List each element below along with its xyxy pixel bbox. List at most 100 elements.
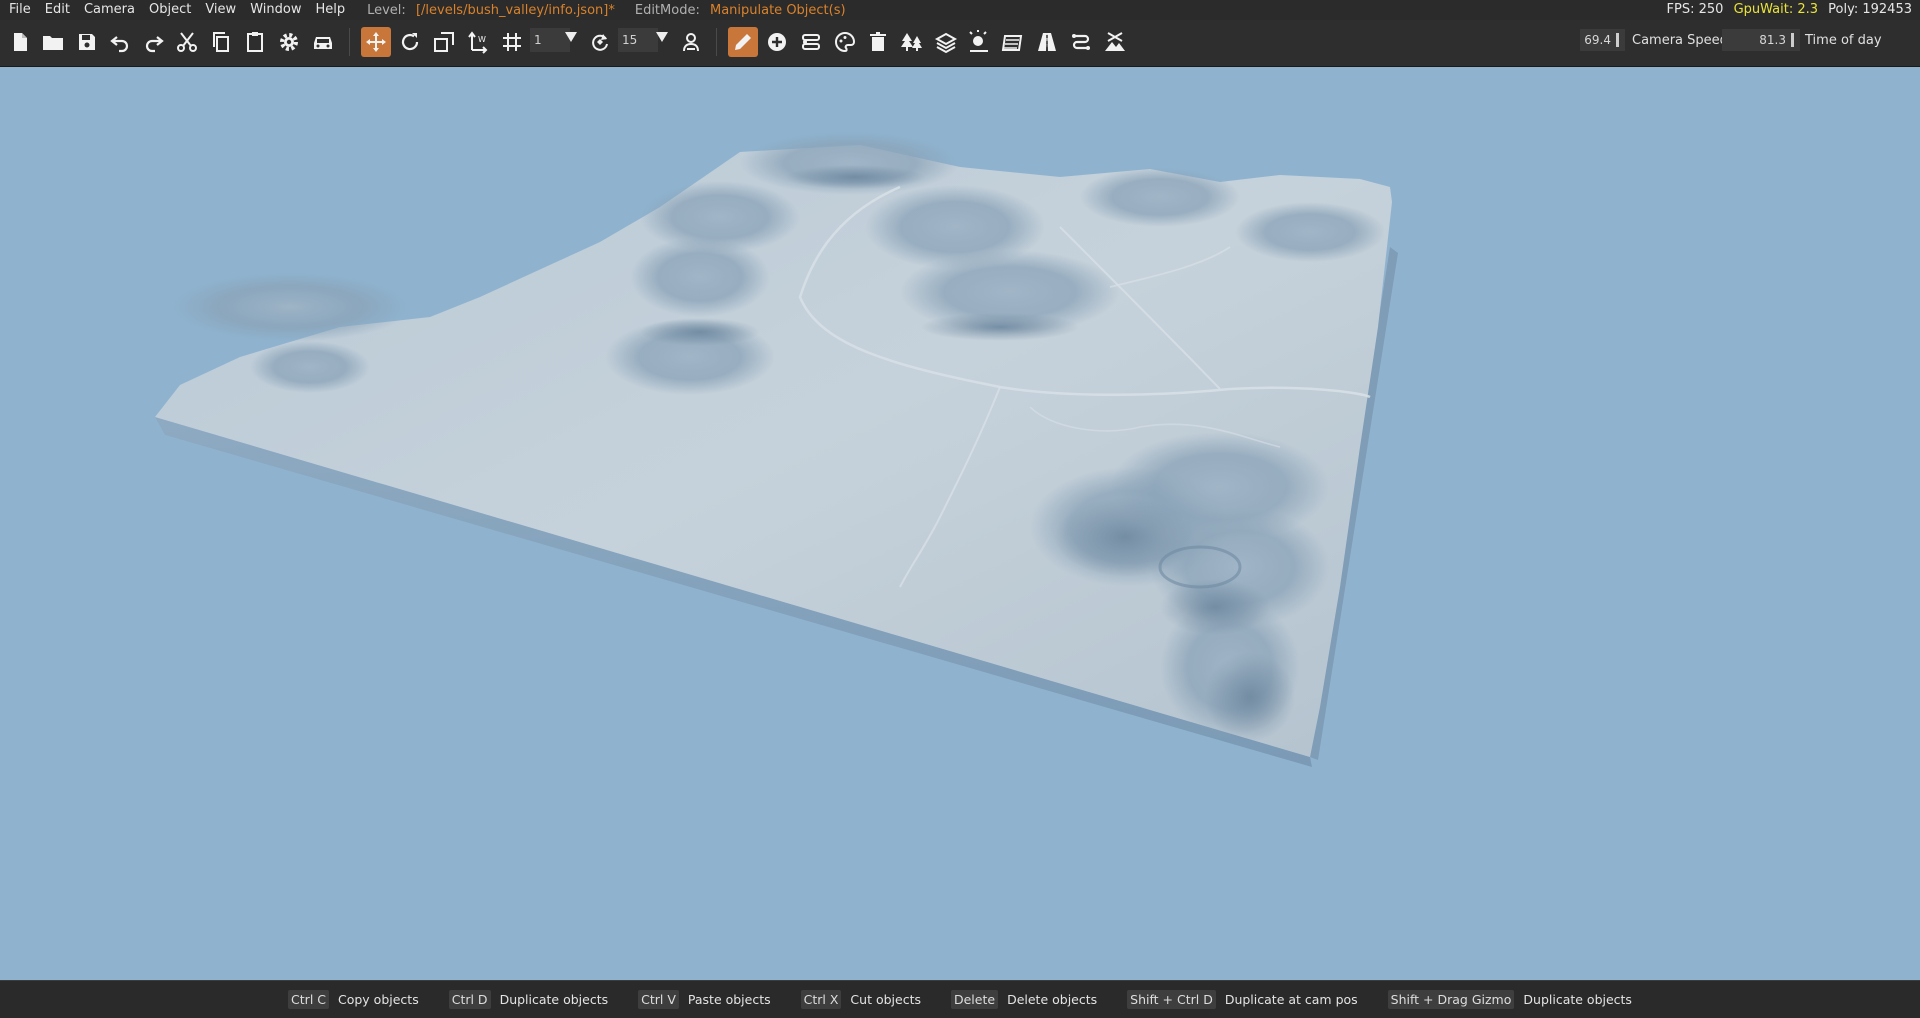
ridge-shadow — [1055, 497, 1195, 577]
rotation-snap-button[interactable] — [585, 27, 615, 57]
camera-speed-field[interactable]: 69.4 — [1580, 29, 1625, 51]
toolbar-separator — [349, 28, 350, 56]
axis-world-button[interactable]: W — [463, 27, 493, 57]
shortcut-action: Paste objects — [687, 992, 771, 1007]
camera-speed-slider-handle[interactable] — [1616, 33, 1619, 47]
decal-road-button[interactable] — [1066, 27, 1096, 57]
ridge-shadow — [1160, 579, 1270, 635]
grid-snap-icon — [503, 33, 521, 51]
biome-button[interactable] — [1100, 27, 1130, 57]
svg-text:W: W — [478, 35, 486, 44]
shortcut-cut: Ctrl X Cut objects — [800, 990, 921, 1009]
rotation-snap-field[interactable]: 15 — [618, 28, 658, 52]
grid-snap-button[interactable] — [497, 27, 527, 57]
forest-button[interactable] — [897, 27, 927, 57]
ridge-shadow — [640, 318, 760, 346]
layers-icon — [934, 32, 958, 54]
time-of-day-slider-handle[interactable] — [1791, 33, 1794, 47]
shortcut-key: Ctrl C — [288, 990, 329, 1009]
settings-button[interactable] — [274, 27, 304, 57]
grid-snap-dropdown-icon[interactable] — [565, 32, 577, 42]
shortcut-action: Copy objects — [338, 992, 419, 1007]
toolbar-separator — [716, 28, 717, 56]
rotation-snap-dropdown-icon[interactable] — [656, 32, 668, 42]
shortcut-duplicate-cam: Shift + Ctrl D Duplicate at cam pos — [1127, 990, 1358, 1009]
paste-icon — [247, 32, 263, 52]
vehicle-icon — [314, 37, 332, 49]
shortcut-duplicate: Ctrl D Duplicate objects — [448, 990, 609, 1009]
redo-icon — [145, 36, 164, 53]
ridge-shadow — [920, 313, 1080, 341]
scale-mode-button[interactable] — [429, 27, 459, 57]
grid-snap-field[interactable]: 1 — [530, 28, 570, 52]
terrain-paint-icon — [1001, 35, 1023, 51]
3d-viewport[interactable] — [0, 67, 1920, 980]
edit-object-button[interactable] — [728, 27, 758, 57]
rotate-icon — [401, 33, 419, 51]
vehicle-button[interactable] — [308, 27, 338, 57]
shortcut-status-bar: Ctrl C Copy objects Ctrl D Duplicate obj… — [0, 980, 1920, 1018]
axis-world-icon: W — [468, 31, 488, 54]
camera-speed-value: 69.4 — [1584, 33, 1611, 47]
decal-road-icon — [1072, 34, 1090, 50]
add-object-button[interactable] — [762, 27, 792, 57]
terrain-paint-button[interactable] — [998, 27, 1028, 57]
shortcut-key: Delete — [950, 990, 999, 1009]
translate-mode-button[interactable] — [361, 27, 391, 57]
scale-icon — [434, 32, 454, 52]
menu-camera[interactable]: Camera — [77, 0, 142, 20]
shortcut-key: Ctrl V — [638, 990, 679, 1009]
road-icon — [1038, 33, 1056, 51]
open-folder-icon — [43, 36, 63, 50]
new-file-button[interactable] — [5, 27, 35, 57]
undo-icon — [110, 36, 129, 53]
edit-mode-value: Manipulate Object(s) — [709, 2, 846, 18]
hill — [1080, 167, 1240, 227]
paste-button[interactable] — [240, 27, 270, 57]
lock-camera-icon — [683, 33, 699, 52]
translate-gizmo-icon — [366, 32, 386, 52]
shortcut-delete: Delete Delete objects — [950, 990, 1097, 1009]
ridge-shadow — [1205, 652, 1295, 742]
toolbar: W 1 15 69.4 Camera Speed 81.3 Time of da… — [0, 20, 1920, 67]
poly-count-readout: Poly: 192453 — [1828, 2, 1912, 17]
cut-button[interactable] — [172, 27, 202, 57]
hill — [170, 272, 410, 342]
edit-mode-info: EditMode: Manipulate Object(s) — [635, 3, 846, 18]
road-editor-button[interactable] — [796, 27, 826, 57]
copy-icon — [213, 32, 229, 52]
sun-button[interactable] — [964, 27, 994, 57]
shortcut-action: Cut objects — [850, 992, 921, 1007]
lock-camera-button[interactable] — [676, 27, 706, 57]
layers-button[interactable] — [931, 27, 961, 57]
rotation-snap-icon — [592, 34, 608, 51]
menu-view[interactable]: View — [198, 0, 243, 20]
delete-button[interactable] — [863, 27, 893, 57]
shortcut-paste: Ctrl V Paste objects — [638, 990, 771, 1009]
copy-button[interactable] — [206, 27, 236, 57]
menu-object[interactable]: Object — [142, 0, 198, 20]
menu-help[interactable]: Help — [308, 0, 352, 20]
menu-file[interactable]: File — [0, 0, 38, 20]
shortcut-action: Duplicate objects — [499, 992, 609, 1007]
time-of-day-field[interactable]: 81.3 — [1722, 29, 1800, 51]
rotate-mode-button[interactable] — [395, 27, 425, 57]
material-button[interactable] — [830, 27, 860, 57]
menu-window[interactable]: Window — [243, 0, 308, 20]
perf-stats: FPS: 250 GpuWait: 2.3 Poly: 192453 — [1661, 0, 1912, 20]
hill — [630, 237, 770, 317]
shortcut-copy: Ctrl C Copy objects — [288, 990, 419, 1009]
road-button[interactable] — [1032, 27, 1062, 57]
time-of-day-label: Time of day — [1805, 33, 1882, 48]
open-button[interactable] — [38, 27, 68, 57]
redo-button[interactable] — [139, 27, 169, 57]
save-icon — [79, 34, 95, 50]
add-object-icon — [768, 33, 786, 51]
shortcut-key: Shift + Drag Gizmo — [1387, 990, 1515, 1009]
undo-button[interactable] — [105, 27, 135, 57]
menu-edit[interactable]: Edit — [38, 0, 77, 20]
road-editor-icon — [802, 34, 820, 50]
sun-icon — [969, 30, 988, 52]
fps-readout: FPS: 250 — [1666, 2, 1724, 17]
save-button[interactable] — [72, 27, 102, 57]
